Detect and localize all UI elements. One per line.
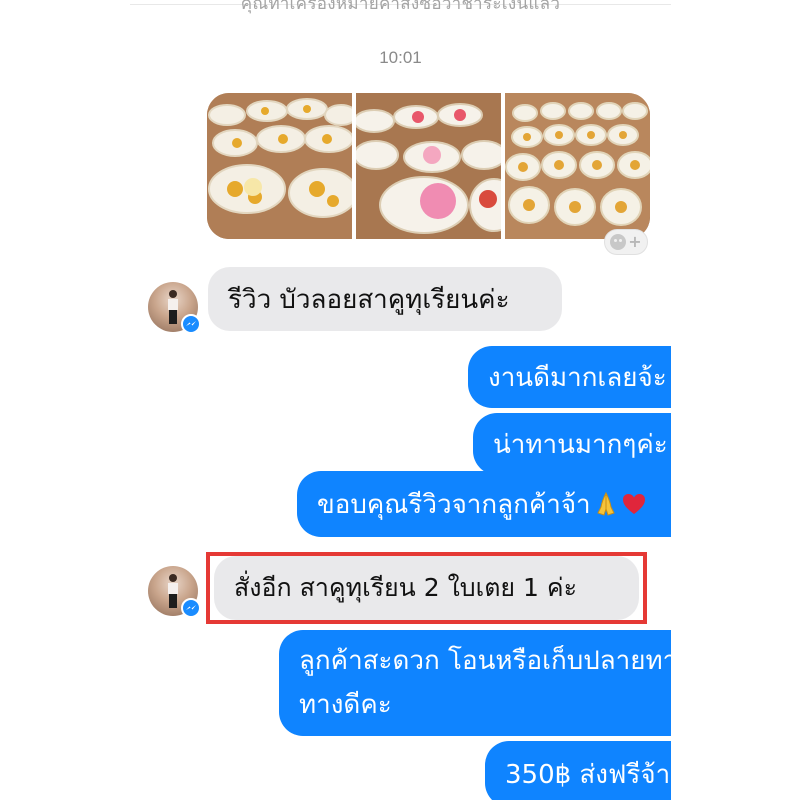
message-reply-3[interactable]: ขอบคุณรีวิวจากลูกค้าจ้า bbox=[297, 471, 671, 537]
avatar-figure bbox=[167, 290, 179, 326]
smiley-icon bbox=[610, 234, 627, 250]
chat-thread: คุณทำเครื่องหมายคำสั่งซื้อว่าชำระเงินแล้… bbox=[130, 0, 671, 800]
message-reply-4[interactable]: ลูกค้าสะดวก โอนหรือเก็บปลายทาง ทางดีคะ bbox=[279, 630, 671, 736]
photo-1[interactable] bbox=[207, 93, 352, 239]
highlight-box bbox=[206, 552, 647, 624]
add-reaction-button[interactable]: + bbox=[604, 229, 648, 255]
messenger-icon bbox=[181, 314, 201, 334]
message-timestamp: 10:01 bbox=[379, 48, 422, 67]
photo-album[interactable] bbox=[207, 93, 650, 239]
messenger-icon bbox=[181, 598, 201, 618]
photo-3[interactable] bbox=[505, 93, 650, 239]
message-review[interactable]: รีวิว บัวลอยสาคูทุเรียนค่ะ bbox=[208, 267, 562, 331]
message-reply-3-text: ขอบคุณรีวิวจากลูกค้าจ้า bbox=[317, 489, 591, 520]
plus-icon: + bbox=[628, 232, 642, 251]
message-reply-1[interactable]: งานดีมากเลยจ้ะ bbox=[468, 346, 671, 408]
message-reply-2[interactable]: น่าทานมากๆค่ะ bbox=[473, 413, 671, 475]
avatar-figure bbox=[167, 574, 179, 610]
message-reply-4-line-2: ทางดีคะ bbox=[299, 690, 392, 720]
avatar[interactable] bbox=[148, 282, 201, 334]
folded-hands-emoji-icon bbox=[593, 491, 619, 517]
avatar[interactable] bbox=[148, 566, 201, 618]
message-reply-5[interactable]: 350฿ ส่งฟรีจ้า bbox=[485, 741, 671, 800]
red-heart-emoji-icon bbox=[621, 491, 647, 517]
payment-status-note: คุณทำเครื่องหมายคำสั่งซื้อว่าชำระเงินแล้… bbox=[240, 0, 561, 14]
message-reply-4-line-1: ลูกค้าสะดวก โอนหรือเก็บปลายทาง bbox=[299, 646, 671, 676]
photo-2[interactable] bbox=[356, 93, 501, 239]
